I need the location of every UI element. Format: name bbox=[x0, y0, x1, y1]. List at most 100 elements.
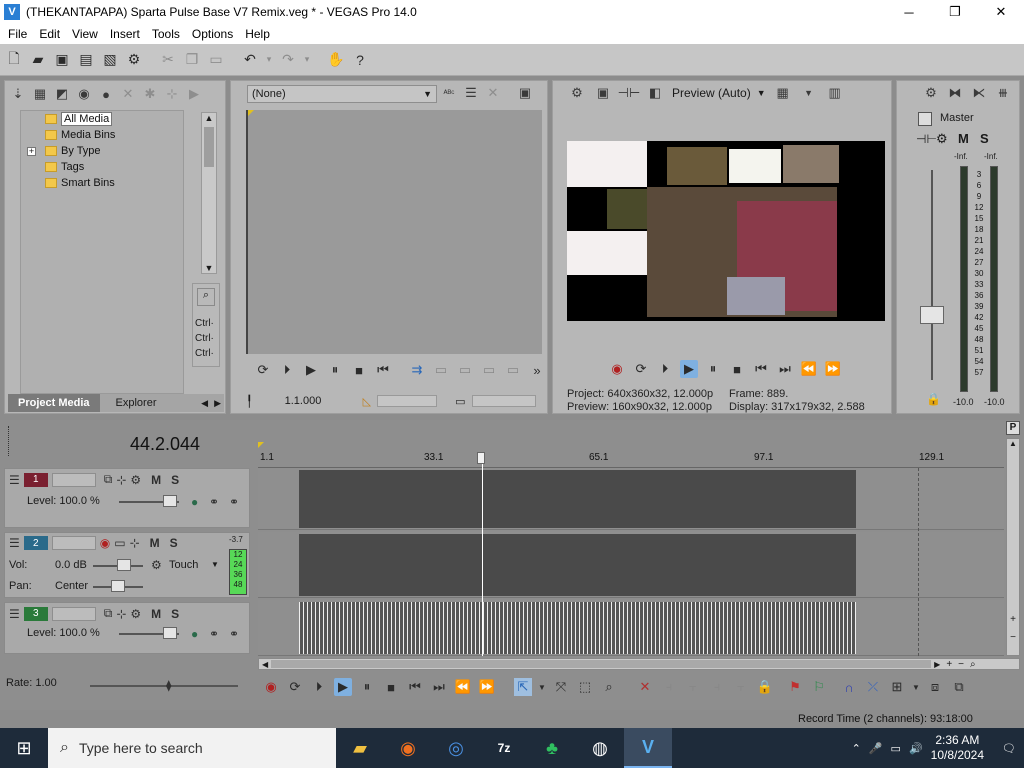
scroll-up-icon[interactable]: ▲ bbox=[202, 113, 216, 123]
pause-icon[interactable]: ⏸ bbox=[326, 361, 344, 379]
master-mute-button[interactable]: M bbox=[958, 131, 969, 146]
composite-mode-icon[interactable]: ● bbox=[191, 495, 198, 509]
ripple-dropdown-icon[interactable]: ▼ bbox=[912, 678, 920, 696]
file-explorer-icon[interactable]: ▰ bbox=[336, 728, 384, 768]
notifications-icon[interactable]: 🗨 bbox=[1002, 742, 1016, 755]
chrome-icon[interactable]: ◎ bbox=[432, 728, 480, 768]
trimmer-list-icon[interactable]: ☰ bbox=[462, 84, 480, 102]
plugin-manager-icon[interactable]: ✋ bbox=[326, 50, 346, 70]
menu-options[interactable]: Options bbox=[186, 27, 239, 41]
split-icon[interactable]: ⫟ bbox=[732, 678, 750, 696]
master-fx-icon[interactable]: ⧓ bbox=[946, 84, 964, 102]
media-play-icon[interactable]: ▶ bbox=[185, 85, 203, 103]
chevron-up-icon[interactable]: ⌃ bbox=[852, 742, 861, 755]
composite-child-icon[interactable]: ⚭ bbox=[229, 627, 239, 641]
stop-icon[interactable]: ■ bbox=[382, 678, 400, 696]
envelope-tool-icon[interactable]: ⤧ bbox=[552, 678, 570, 696]
open-folder-icon[interactable]: ▰ bbox=[28, 50, 48, 70]
go-to-start-icon[interactable]: ⏮ bbox=[406, 678, 424, 696]
vegas-taskbar-icon[interactable]: V bbox=[624, 728, 672, 768]
previous-frame-icon[interactable]: ⏪ bbox=[800, 360, 818, 378]
undo-dropdown-icon[interactable]: ▾ bbox=[264, 50, 274, 70]
track-motion-icon[interactable]: ⧉ bbox=[104, 472, 113, 487]
hscroll-thumb[interactable] bbox=[271, 660, 932, 668]
overwrite-icon[interactable]: ▭ bbox=[456, 361, 474, 379]
stop-icon[interactable]: ■ bbox=[728, 360, 746, 378]
master-downmix-icon[interactable]: ⧔ bbox=[970, 84, 988, 102]
video-preview-frame[interactable] bbox=[567, 141, 885, 321]
maximize-button[interactable]: ❐ bbox=[932, 0, 978, 24]
video-event-striped[interactable] bbox=[299, 602, 856, 654]
play-from-start-icon[interactable]: ⏵ bbox=[310, 678, 328, 696]
pause-icon[interactable]: ⏸ bbox=[704, 360, 722, 378]
video-event[interactable] bbox=[299, 470, 856, 528]
trimmer-marker-icon[interactable]: ◺ bbox=[363, 395, 371, 408]
composite-parent-icon[interactable]: ⚭ bbox=[209, 495, 219, 509]
trimmer-zoom-field[interactable] bbox=[471, 395, 536, 407]
fit-icon[interactable]: ▭ bbox=[504, 361, 522, 379]
tab-scroll-right-icon[interactable]: ▶ bbox=[211, 398, 224, 409]
spell-abc-icon[interactable]: ᴬᴮᶜ bbox=[440, 84, 458, 102]
scroll-left-icon[interactable]: ◀ bbox=[259, 660, 271, 669]
split-screen-icon[interactable]: ⊣⊢ bbox=[618, 84, 641, 102]
taskbar-search-box[interactable]: ⌕ Type here to search bbox=[48, 728, 336, 768]
trimmer-media-dropdown[interactable]: (None) ▼ bbox=[247, 85, 437, 103]
play-icon[interactable]: ▶ bbox=[302, 361, 320, 379]
track-lane-2[interactable] bbox=[258, 532, 1004, 598]
timeline-side-p-button[interactable]: P bbox=[1006, 421, 1020, 435]
expand-by-type[interactable]: + bbox=[27, 147, 36, 156]
mute-button[interactable]: M bbox=[150, 536, 160, 550]
master-settings-gear-icon[interactable]: ⚙ bbox=[922, 84, 940, 102]
zoom-edit-tool-icon[interactable]: ⌕ bbox=[600, 678, 618, 696]
scroll-right-icon[interactable]: ▶ bbox=[931, 660, 943, 669]
tree-item-by-type[interactable]: By Type bbox=[45, 143, 101, 159]
level-slider-thumb-1[interactable] bbox=[163, 495, 177, 507]
7zip-icon[interactable]: 7z bbox=[480, 728, 528, 768]
trimmer-viewer[interactable] bbox=[246, 110, 542, 354]
menu-help[interactable]: Help bbox=[239, 27, 276, 41]
level-slider-thumb-3[interactable] bbox=[163, 627, 177, 639]
minimize-button[interactable]: ─ bbox=[886, 0, 932, 24]
trimmer-window-icon[interactable]: ▣ bbox=[516, 84, 534, 102]
close-button[interactable]: ✕ bbox=[978, 0, 1024, 24]
selection-tool-icon[interactable]: ⬚ bbox=[576, 678, 594, 696]
auto-crossfade-icon[interactable]: ⤫ bbox=[864, 678, 882, 696]
next-frame-icon[interactable]: ⏩ bbox=[478, 678, 496, 696]
zoom-out-icon[interactable]: − bbox=[955, 659, 967, 670]
grid-overlay-icon[interactable]: ▦ bbox=[774, 84, 792, 102]
play-from-start-icon[interactable]: ⏵ bbox=[278, 361, 296, 379]
more-icon[interactable]: » bbox=[528, 361, 546, 379]
master-channels-icon[interactable]: ⧻ bbox=[994, 84, 1012, 102]
insert-marker-icon[interactable]: ⚑ bbox=[786, 678, 804, 696]
mute-button[interactable]: M bbox=[151, 473, 161, 487]
side-search-icon[interactable]: ⌕ bbox=[197, 288, 215, 306]
preview-settings-gear-icon[interactable]: ⚙ bbox=[568, 84, 586, 102]
obs-icon[interactable]: ◍ bbox=[576, 728, 624, 768]
scroll-down-icon[interactable]: ▼ bbox=[202, 263, 216, 273]
lock-icon[interactable]: 🔒 bbox=[756, 678, 774, 696]
master-solo-button[interactable]: S bbox=[980, 131, 989, 146]
copy-icon[interactable]: ❐ bbox=[182, 50, 202, 70]
timeline-ruler[interactable]: 1.1 33.1 65.1 97.1 129.1 bbox=[258, 442, 1004, 468]
track-header-3[interactable]: ☰ 3 ⧉ ⊹ ⚙ M S Level: 100.0 % ● ⚭ ⚭ bbox=[4, 602, 250, 654]
composite-mode-icon[interactable]: ● bbox=[191, 627, 198, 641]
media-properties-icon[interactable]: ⊹ bbox=[163, 85, 181, 103]
solo-button[interactable]: S bbox=[170, 536, 178, 550]
lock-envelopes-icon[interactable]: ⧈ bbox=[926, 678, 944, 696]
gaming-app-icon[interactable]: ♣ bbox=[528, 728, 576, 768]
track-fx-icon[interactable]: ⊹ bbox=[130, 536, 140, 550]
menu-file[interactable]: File bbox=[2, 27, 33, 41]
volume-slider-thumb[interactable] bbox=[117, 559, 131, 571]
undo-icon[interactable]: ↶ bbox=[240, 50, 260, 70]
timeline-hscroll[interactable]: ◀ ▶ + − ⌕ bbox=[258, 658, 1020, 670]
stop-icon[interactable]: ■ bbox=[350, 361, 368, 379]
solo-button[interactable]: S bbox=[171, 607, 179, 621]
play-icon[interactable]: ▶ bbox=[680, 360, 698, 378]
pan-slider-thumb[interactable] bbox=[111, 580, 125, 592]
tab-project-media[interactable]: Project Media bbox=[8, 394, 100, 412]
go-to-start-icon[interactable]: ⏮ bbox=[374, 361, 392, 379]
redo-icon[interactable]: ↷ bbox=[278, 50, 298, 70]
cut-icon[interactable]: ✂ bbox=[158, 50, 178, 70]
composite-child-icon[interactable]: ⚭ bbox=[229, 495, 239, 509]
composite-parent-icon[interactable]: ⚭ bbox=[209, 627, 219, 641]
